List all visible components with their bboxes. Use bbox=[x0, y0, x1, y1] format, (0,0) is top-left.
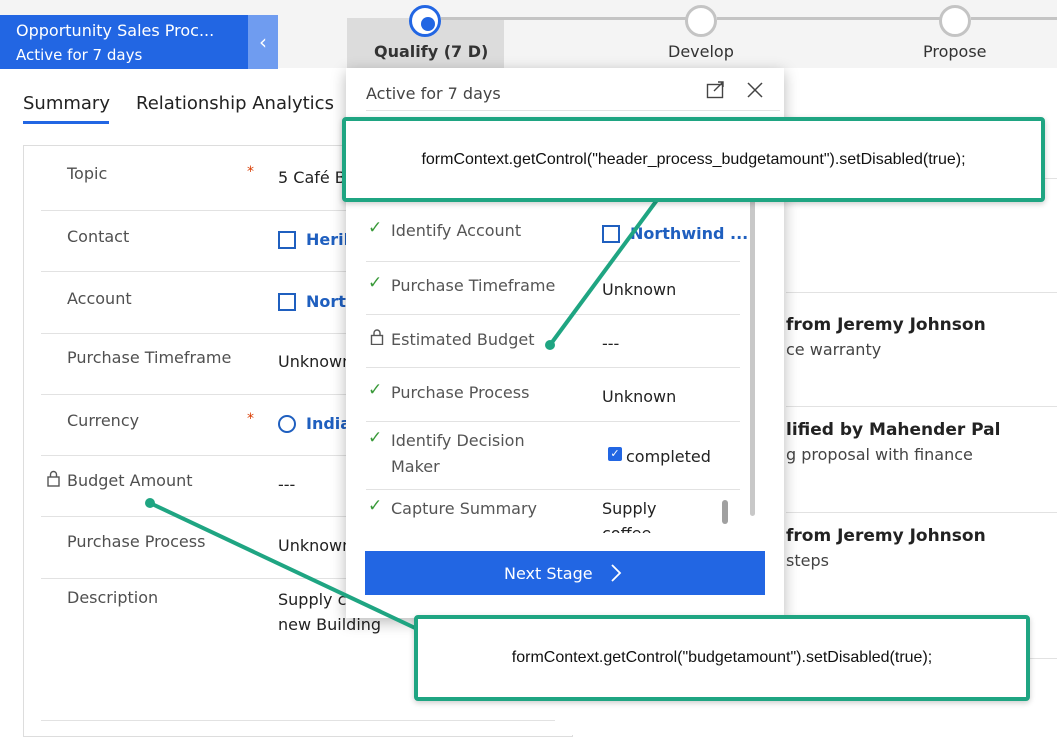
tab-summary[interactable]: Summary bbox=[23, 93, 110, 114]
chevron-left-icon: ‹ bbox=[259, 30, 267, 54]
field-value-budget-amount: --- bbox=[278, 475, 296, 494]
step-divider bbox=[366, 421, 740, 422]
checkmark-icon: ✓ bbox=[368, 273, 383, 293]
step-label-identify-decision-maker: Identify Decision bbox=[391, 431, 525, 450]
step-label-capture-summary: Capture Summary bbox=[391, 499, 538, 518]
step-divider bbox=[366, 367, 740, 368]
stage-propose-label[interactable]: Propose bbox=[923, 42, 987, 61]
stage-connector bbox=[441, 17, 687, 20]
required-indicator: * bbox=[247, 164, 254, 180]
process-active-duration: Active for 7 days bbox=[16, 46, 143, 64]
timeline-item-subtitle: ce warranty bbox=[786, 340, 882, 359]
step-label-identify-decision-maker-line2: Maker bbox=[391, 457, 440, 476]
stage-qualify-indicator[interactable] bbox=[409, 5, 441, 37]
step-value-purchase-process[interactable]: Unknown bbox=[602, 387, 676, 406]
stage-develop-label[interactable]: Develop bbox=[668, 42, 734, 61]
field-label-account: Account bbox=[67, 289, 132, 308]
step-value-capture-summary[interactable]: Supply bbox=[602, 499, 657, 518]
field-label-currency: Currency bbox=[67, 411, 140, 430]
field-value-description-line1[interactable]: Supply c bbox=[278, 590, 346, 609]
timeline-divider bbox=[786, 292, 1057, 293]
field-value-currency[interactable]: India bbox=[306, 414, 351, 433]
field-label-contact: Contact bbox=[67, 227, 130, 246]
step-label-identify-account: Identify Account bbox=[391, 221, 522, 240]
close-icon[interactable] bbox=[746, 81, 764, 99]
step-divider bbox=[366, 489, 740, 490]
step-value-purchase-timeframe[interactable]: Unknown bbox=[602, 280, 676, 299]
stage-qualify-label[interactable]: Qualify (7 D) bbox=[374, 42, 488, 61]
field-label-description: Description bbox=[67, 588, 159, 607]
field-value-topic[interactable]: 5 Café B bbox=[278, 168, 346, 187]
step-value-identify-account[interactable]: Northwind ... bbox=[630, 224, 748, 243]
field-value-purchase-process[interactable]: Unknown bbox=[278, 536, 352, 555]
checkmark-icon: ✓ bbox=[368, 496, 383, 516]
active-stage-dot-icon bbox=[421, 17, 435, 31]
timeline-divider bbox=[786, 512, 1057, 513]
field-label-purchase-timeframe: Purchase Timeframe bbox=[67, 348, 232, 367]
row-divider bbox=[41, 720, 555, 721]
required-indicator: * bbox=[247, 411, 254, 427]
timeline-item-subtitle: steps bbox=[786, 551, 829, 570]
step-label-estimated-budget: Estimated Budget bbox=[391, 330, 535, 349]
step-value-estimated-budget: --- bbox=[602, 334, 620, 353]
step-divider bbox=[366, 314, 740, 315]
timeline-divider bbox=[1030, 658, 1057, 659]
field-value-account[interactable]: Nort bbox=[306, 292, 346, 311]
account-icon bbox=[602, 225, 620, 243]
contact-icon bbox=[278, 231, 296, 249]
checkmark-icon: ✓ bbox=[368, 380, 383, 400]
account-icon bbox=[278, 293, 296, 311]
field-value-purchase-timeframe[interactable]: Unknown bbox=[278, 352, 352, 371]
flyout-header: Active for 7 days bbox=[366, 84, 501, 103]
checkmark-icon: ✓ bbox=[368, 428, 383, 448]
flyout-scrollbar-track[interactable] bbox=[750, 194, 755, 516]
process-name-tile[interactable]: Opportunity Sales Proc... Active for 7 d… bbox=[0, 15, 248, 69]
step-value-identify-decision-maker[interactable]: completed bbox=[626, 447, 711, 466]
timeline-item-title[interactable]: lified by Mahender Pal bbox=[786, 420, 1000, 440]
callout-form-control-disable: formContext.getControl("budgetamount").s… bbox=[414, 615, 1030, 701]
timeline-item-title[interactable]: from Jeremy Johnson bbox=[786, 315, 986, 335]
field-label-purchase-process: Purchase Process bbox=[67, 532, 206, 551]
callout-code-form: formContext.getControl("budgetamount").s… bbox=[511, 649, 933, 666]
stage-develop-indicator[interactable] bbox=[685, 5, 717, 37]
stage-connector bbox=[717, 17, 941, 20]
timeline-item-subtitle: g proposal with finance bbox=[786, 445, 973, 464]
stage-connector bbox=[971, 17, 1057, 20]
field-label-topic: Topic bbox=[67, 164, 108, 183]
next-stage-button[interactable]: Next Stage bbox=[365, 551, 765, 595]
timeline-divider bbox=[786, 406, 1057, 407]
callout-header-control-disable: formContext.getControl("header_process_b… bbox=[342, 117, 1045, 202]
step-divider bbox=[366, 261, 740, 262]
stage-propose-indicator[interactable] bbox=[939, 5, 971, 37]
currency-icon bbox=[278, 415, 296, 433]
callout-code-header: formContext.getControl("header_process_b… bbox=[421, 150, 966, 168]
selected-tab-indicator bbox=[23, 121, 109, 124]
chevron-right-icon bbox=[611, 564, 622, 582]
step-label-purchase-timeframe: Purchase Timeframe bbox=[391, 276, 556, 295]
lock-icon bbox=[370, 329, 384, 345]
step-label-purchase-process: Purchase Process bbox=[391, 383, 530, 402]
flyout-header-divider bbox=[366, 110, 780, 111]
tab-relationship-analytics[interactable]: Relationship Analytics bbox=[136, 93, 334, 114]
pop-out-icon[interactable] bbox=[706, 81, 726, 99]
step-value-capture-summary-overflow: coffee bbox=[602, 524, 702, 533]
collapse-process-button[interactable]: ‹ bbox=[248, 15, 278, 69]
lock-icon bbox=[47, 470, 60, 487]
process-name: Opportunity Sales Proc... bbox=[16, 21, 215, 40]
checkmark-icon: ✓ bbox=[368, 218, 383, 238]
completed-checkbox[interactable]: ✓ bbox=[608, 447, 622, 461]
next-stage-label: Next Stage bbox=[504, 564, 593, 583]
field-label-budget-amount: Budget Amount bbox=[67, 471, 193, 490]
flyout-scrollbar-thumb[interactable] bbox=[722, 500, 728, 524]
step-value-capture-summary-line2: coffee bbox=[602, 524, 702, 533]
timeline-item-title[interactable]: from Jeremy Johnson bbox=[786, 526, 986, 546]
